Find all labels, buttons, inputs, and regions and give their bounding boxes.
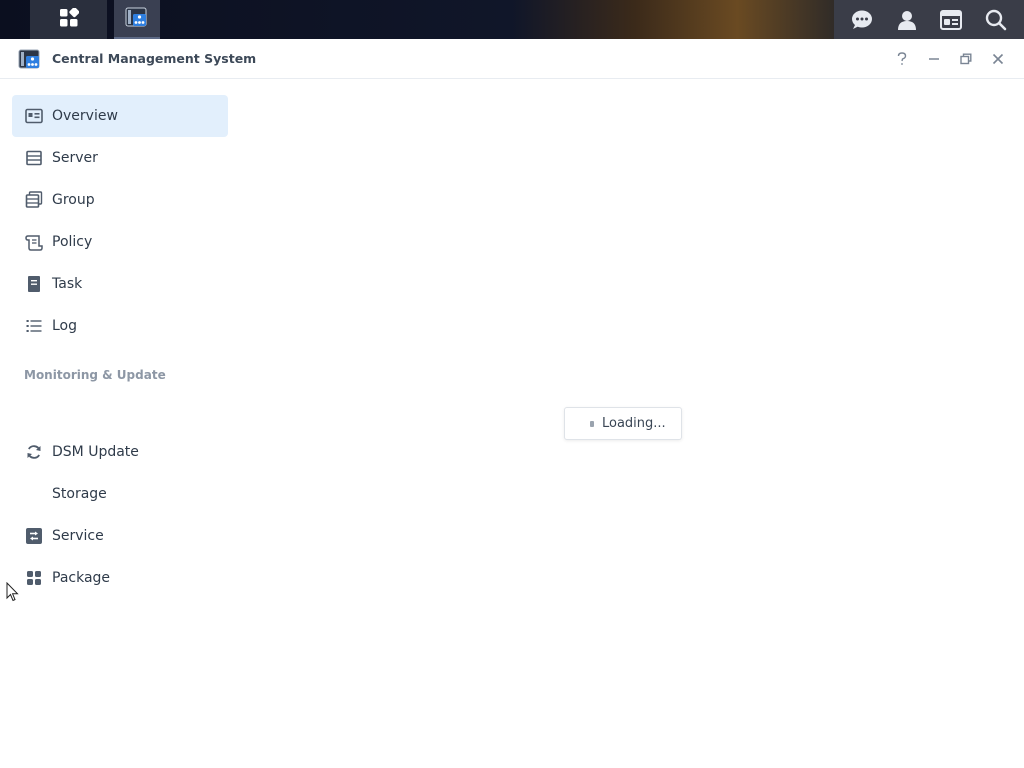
sidebar: Overview Server Group Policy Task Log Mo… xyxy=(0,79,240,768)
taskbar-tray xyxy=(834,0,1024,39)
sidebar-item-group[interactable]: Group xyxy=(12,179,228,221)
sidebar-item-task[interactable]: Task xyxy=(12,263,228,305)
main-menu-button[interactable] xyxy=(30,0,107,39)
sidebar-item-label: Overview xyxy=(52,108,118,124)
restore-icon[interactable] xyxy=(954,47,978,71)
sidebar-item-overview[interactable]: Overview xyxy=(12,95,228,137)
taskbar-cms-app[interactable] xyxy=(114,0,160,39)
minimize-icon[interactable] xyxy=(922,47,946,71)
storage-icon-placeholder xyxy=(24,484,44,504)
cms-app-icon xyxy=(125,6,149,32)
sidebar-item-server[interactable]: Server xyxy=(12,137,228,179)
server-icon xyxy=(24,148,44,168)
sidebar-item-label: DSM Update xyxy=(52,444,139,460)
group-icon xyxy=(24,190,44,210)
help-icon[interactable] xyxy=(890,47,914,71)
sidebar-item-package[interactable]: Package xyxy=(12,557,228,599)
sidebar-item-label: Server xyxy=(52,150,98,166)
spinner-icon xyxy=(590,420,594,427)
sidebar-item-log[interactable]: Log xyxy=(12,305,228,347)
sidebar-item-service[interactable]: Service xyxy=(12,515,228,557)
sidebar-item-dsm-update[interactable]: DSM Update xyxy=(12,431,228,473)
loading-indicator: Loading... xyxy=(564,407,682,440)
sidebar-item-label: Package xyxy=(52,570,111,586)
taskbar xyxy=(0,0,1024,39)
policy-icon xyxy=(24,232,44,252)
sidebar-item-policy[interactable]: Policy xyxy=(12,221,228,263)
refresh-icon xyxy=(24,442,44,462)
window-controls xyxy=(890,47,1010,71)
sidebar-item-storage[interactable]: Storage xyxy=(12,473,228,515)
sidebar-item-label: Task xyxy=(52,276,83,292)
log-icon xyxy=(24,316,44,336)
close-icon[interactable] xyxy=(986,47,1010,71)
mouse-cursor-icon xyxy=(6,581,20,606)
loading-text: Loading... xyxy=(602,416,666,431)
widgets-icon[interactable] xyxy=(931,0,971,39)
grid-icon xyxy=(59,6,79,32)
window-title: Central Management System xyxy=(52,51,257,66)
sidebar-item-label: Log xyxy=(52,318,78,334)
sidebar-item-label: Policy xyxy=(52,234,93,250)
section-title-monitoring: Monitoring & Update xyxy=(24,368,166,382)
sidebar-item-label: Service xyxy=(52,528,104,544)
sidebar-item-label: Storage xyxy=(52,486,107,502)
cms-app-icon xyxy=(18,48,42,70)
package-icon xyxy=(24,568,44,588)
sidebar-item-label: Group xyxy=(52,192,95,208)
task-icon xyxy=(24,274,44,294)
user-icon[interactable] xyxy=(887,0,927,39)
chat-icon[interactable] xyxy=(842,0,882,39)
cms-window: Central Management System Overview Serve… xyxy=(0,39,1024,768)
service-icon xyxy=(24,526,44,546)
window-titlebar[interactable]: Central Management System xyxy=(0,39,1024,79)
overview-icon xyxy=(24,106,44,126)
search-icon[interactable] xyxy=(976,0,1016,39)
